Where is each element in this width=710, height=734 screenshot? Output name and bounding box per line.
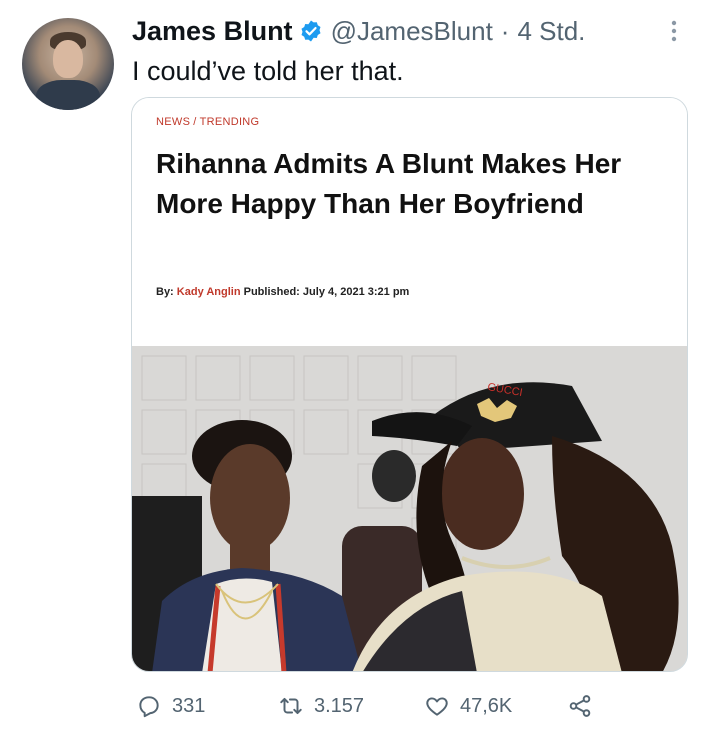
article-breadcrumb: NEWS / TRENDING <box>156 116 259 128</box>
tweet-text: I could’ve told her that. <box>132 56 404 86</box>
separator-dot: · <box>500 15 510 46</box>
media-card[interactable]: NEWS / TRENDING Rihanna Admits A Blunt Mak… <box>131 97 688 672</box>
avatar-shirt <box>36 80 100 110</box>
like-count: 47,6K <box>460 694 513 717</box>
breadcrumb-separator: / <box>193 116 197 128</box>
published-label: Published: <box>243 286 300 298</box>
tweet-header: James Blunt @JamesBlunt · 4 Std. <box>132 14 585 48</box>
article-byline: By: Kady Anglin Published: July 4, 2021 … <box>156 286 409 298</box>
published-date: July 4, 2021 3:21 pm <box>302 286 410 298</box>
share-button[interactable] <box>567 686 593 726</box>
reply-button[interactable]: 331 <box>136 686 205 726</box>
tweet-actions: 331 3.157 47,6K <box>0 686 710 726</box>
retweet-icon <box>280 697 302 715</box>
article-headline: Rihanna Admits A Blunt Makes Her More Ha… <box>156 148 622 219</box>
reply-icon <box>139 696 159 718</box>
article-screenshot: NEWS / TRENDING Rihanna Admits A Blunt Mak… <box>132 98 687 346</box>
article-author: Kady Anglin <box>176 286 241 298</box>
share-icon <box>569 695 591 717</box>
photo-illustration: GUCCI <box>132 346 687 671</box>
display-name[interactable]: James Blunt <box>132 16 293 47</box>
reply-count: 331 <box>172 694 206 717</box>
breadcrumb-section: NEWS <box>156 116 191 128</box>
timestamp[interactable]: 4 Std. <box>517 16 585 47</box>
avatar[interactable] <box>22 18 114 110</box>
breadcrumb-category: TRENDING <box>199 116 260 128</box>
byline-prefix: By: <box>156 286 174 298</box>
like-button[interactable]: 47,6K <box>424 686 512 726</box>
article-photo: GUCCI <box>132 346 687 671</box>
retweet-button[interactable]: 3.157 <box>278 686 364 726</box>
heart-icon <box>426 697 448 716</box>
verified-badge-icon <box>301 20 321 42</box>
more-vertical-icon[interactable] <box>664 18 684 44</box>
avatar-face <box>53 40 83 78</box>
retweet-count: 3.157 <box>314 694 365 717</box>
user-handle[interactable]: @JamesBlunt <box>331 16 493 47</box>
